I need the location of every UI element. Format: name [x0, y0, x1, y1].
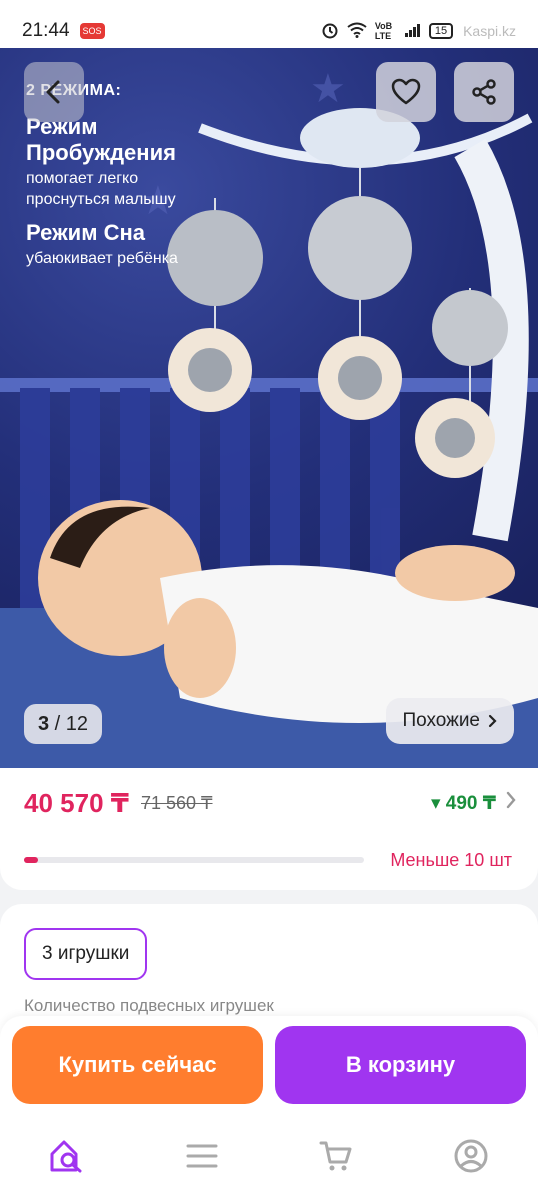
status-icons: VoB LTE 15 Kaspi.kz — [321, 21, 516, 42]
stock-progress-bar — [24, 857, 364, 863]
add-to-cart-button[interactable]: В корзину — [275, 1026, 526, 1104]
nav-home[interactable] — [37, 1126, 97, 1186]
cart-icon — [319, 1141, 352, 1171]
mode2-title: Режим Сна — [26, 220, 145, 245]
watermark: Kaspi.kz — [463, 23, 516, 39]
product-image-gallery[interactable]: ★ ★ ★ Режим Пробуждения помогает легко п… — [0, 48, 538, 768]
heart-icon — [391, 78, 421, 105]
similar-label: Похожие — [402, 710, 480, 731]
wifi-icon — [347, 22, 367, 41]
image-counter: 3 / 12 — [24, 704, 103, 744]
status-time: 21:44 — [22, 20, 70, 41]
nav-cart[interactable] — [306, 1126, 366, 1186]
signal-icon — [404, 23, 421, 40]
favorite-button[interactable] — [376, 62, 436, 122]
bonus-amount[interactable]: ▾ 490 ₸ — [431, 792, 496, 815]
back-icon — [46, 80, 60, 104]
battery-icon: 15 — [428, 23, 454, 39]
mode2-desc: убаюкивает ребёнка — [26, 250, 178, 267]
stock-label: Меньше 10 шт — [390, 850, 512, 870]
image-counter-total: 12 — [65, 712, 89, 735]
stock-progress-fill — [24, 857, 38, 863]
chevron-right-icon — [488, 714, 497, 728]
nav-menu[interactable] — [172, 1126, 232, 1186]
price-card: 40 570 ₸ 71 560 ₸ ▾ 490 ₸ Меньше 10 шт — [0, 768, 538, 890]
alarm-icon — [321, 21, 339, 42]
image-counter-current: 3 — [38, 712, 50, 735]
sos-badge: SOS — [79, 23, 105, 39]
current-price: 40 570 ₸ — [24, 788, 129, 818]
option-caption: Количество подвесных игрушек — [24, 996, 274, 1015]
option-chip-selected[interactable]: 3 игрушки — [24, 928, 148, 980]
buy-now-button[interactable]: Купить сейчас — [12, 1026, 263, 1104]
network-label: VoB LTE — [374, 21, 393, 41]
share-button[interactable] — [454, 62, 514, 122]
bonus-chevron-icon[interactable] — [504, 790, 518, 810]
image-counter-separator: / — [49, 712, 66, 735]
home-search-icon — [50, 1140, 82, 1173]
profile-icon — [454, 1139, 488, 1173]
action-bar: Купить сейчас В корзину — [0, 1016, 538, 1116]
bottom-nav — [0, 1116, 538, 1200]
menu-icon — [186, 1144, 218, 1168]
similar-button[interactable]: Похожие — [386, 698, 514, 744]
share-icon — [472, 79, 496, 105]
nav-profile[interactable] — [441, 1126, 501, 1186]
back-button[interactable] — [24, 62, 84, 122]
mode1-desc: помогает легко проснуться малышу — [26, 170, 176, 208]
old-price: 71 560 ₸ — [141, 793, 213, 813]
